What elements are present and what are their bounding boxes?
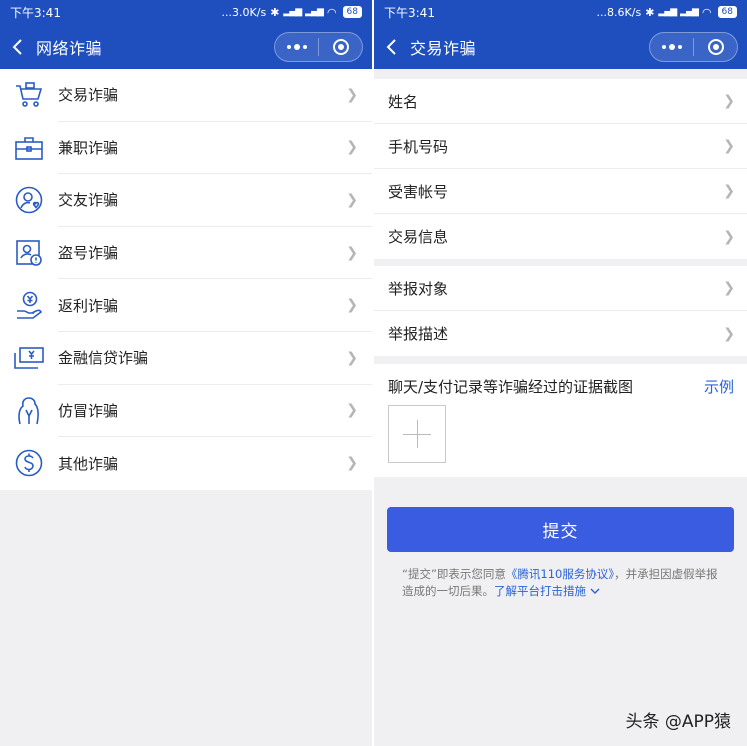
learn-measures-link[interactable]: 了解平台打击措施 bbox=[494, 584, 600, 598]
signal-icon: ▂▄▆ bbox=[680, 7, 699, 17]
target-circle-icon bbox=[707, 39, 724, 55]
chevron-right-icon: ❯ bbox=[346, 139, 358, 156]
category-item[interactable]: 交友诈骗 ❯ bbox=[0, 174, 372, 227]
chevron-left-icon bbox=[12, 38, 22, 55]
wifi-icon: ◠ bbox=[326, 5, 337, 19]
category-label: 盗号诈骗 bbox=[58, 244, 119, 263]
category-label: 返利诈骗 bbox=[58, 296, 119, 315]
category-item[interactable]: 其他诈骗 ❯ bbox=[0, 437, 372, 490]
miniprogram-capsule bbox=[649, 32, 738, 62]
network-speed: ...8.6K/s bbox=[596, 5, 642, 19]
chevron-right-icon: ❯ bbox=[723, 325, 735, 342]
battery-icon: 68 bbox=[342, 6, 362, 18]
back-button[interactable] bbox=[0, 24, 36, 69]
category-item[interactable]: 返利诈骗 ❯ bbox=[0, 279, 372, 332]
chevron-right-icon: ❯ bbox=[346, 349, 358, 366]
form-row-phone[interactable]: 手机号码 ❯ bbox=[374, 124, 747, 169]
report-target-group: 举报对象 ❯ 举报描述 ❯ bbox=[374, 266, 747, 356]
example-link[interactable]: 示例 bbox=[704, 376, 734, 397]
more-dots-icon bbox=[661, 44, 682, 50]
signal-icon: ▂▄▆ bbox=[658, 7, 677, 17]
category-item[interactable]: 兼职诈骗 ❯ bbox=[0, 122, 372, 175]
left-screen: 下午3:41 ...3.0K/s ✱ ▂▄▆ ▂▄▆ ◠ 68 网络诈骗 交易诈… bbox=[0, 0, 372, 746]
form-row-label: 举报对象 bbox=[388, 279, 449, 298]
status-time: 下午3:41 bbox=[384, 5, 435, 20]
category-item[interactable]: 金融信贷诈骗 ❯ bbox=[0, 332, 372, 385]
wifi-icon: ◠ bbox=[701, 5, 712, 19]
dollar-circle-icon bbox=[0, 437, 58, 490]
form-row-name[interactable]: 姓名 ❯ bbox=[374, 79, 747, 124]
form-row-label: 举报描述 bbox=[388, 325, 449, 343]
chevron-right-icon: ❯ bbox=[346, 191, 358, 208]
page-title: 网络诈骗 bbox=[36, 38, 103, 58]
impersonate-icon bbox=[0, 385, 58, 438]
fraud-category-list: 交易诈骗 ❯ 兼职诈骗 ❯ 交友诈骗 ❯ 盗号诈骗 ❯ 返利诈骗 ❯ 金融信贷诈… bbox=[0, 69, 372, 490]
more-button[interactable] bbox=[275, 33, 318, 61]
nav-bar: 网络诈骗 bbox=[0, 24, 372, 69]
submit-button[interactable]: 提交 bbox=[387, 507, 734, 552]
chevron-right-icon: ❯ bbox=[723, 183, 735, 199]
status-bar: 下午3:41 ...3.0K/s ✱ ▂▄▆ ▂▄▆ ◠ 68 bbox=[0, 0, 372, 24]
more-dots-icon bbox=[286, 44, 307, 50]
bluetooth-icon: ✱ bbox=[645, 5, 655, 19]
cart-icon bbox=[0, 69, 58, 122]
bluetooth-icon: ✱ bbox=[270, 5, 280, 19]
account-alert-icon bbox=[0, 227, 58, 280]
friend-heart-icon bbox=[0, 174, 58, 227]
page-title: 交易诈骗 bbox=[410, 38, 477, 58]
chevron-right-icon: ❯ bbox=[346, 244, 358, 261]
form-row-report-description[interactable]: 举报描述 ❯ bbox=[374, 311, 747, 356]
category-label: 交易诈骗 bbox=[58, 86, 119, 105]
service-agreement-link[interactable]: 《腾讯110服务协议》 bbox=[506, 567, 614, 581]
chevron-right-icon: ❯ bbox=[723, 280, 735, 296]
category-label: 金融信贷诈骗 bbox=[58, 349, 149, 368]
category-label: 其他诈骗 bbox=[58, 454, 119, 473]
watermark: 头条 @APP猿 bbox=[625, 712, 731, 732]
category-label: 交友诈骗 bbox=[58, 191, 119, 210]
evidence-section: 聊天/支付记录等诈骗经过的证据截图 示例 bbox=[374, 364, 747, 477]
form-row-account[interactable]: 受害帐号 ❯ bbox=[374, 169, 747, 214]
network-speed: ...3.0K/s bbox=[221, 5, 267, 19]
category-label: 兼职诈骗 bbox=[58, 138, 119, 157]
victim-info-group: 姓名 ❯ 手机号码 ❯ 受害帐号 ❯ 交易信息 ❯ bbox=[374, 79, 747, 259]
form-row-label: 手机号码 bbox=[388, 137, 449, 156]
close-miniprogram-button[interactable] bbox=[694, 33, 737, 61]
chevron-right-icon: ❯ bbox=[723, 138, 735, 154]
chevron-right-icon: ❯ bbox=[723, 93, 735, 109]
category-item[interactable]: 仿冒诈骗 ❯ bbox=[0, 385, 372, 438]
signal-icon: ▂▄▆ bbox=[305, 7, 324, 17]
chevron-left-icon bbox=[386, 38, 396, 55]
form-row-label: 姓名 bbox=[388, 92, 419, 111]
miniprogram-capsule bbox=[274, 32, 363, 62]
category-item[interactable]: 盗号诈骗 ❯ bbox=[0, 227, 372, 280]
category-item[interactable]: 交易诈骗 ❯ bbox=[0, 69, 372, 122]
back-button[interactable] bbox=[374, 24, 410, 69]
signal-icon: ▂▄▆ bbox=[283, 7, 302, 17]
chevron-right-icon: ❯ bbox=[346, 297, 358, 314]
rebate-hand-icon bbox=[0, 279, 58, 332]
category-label: 仿冒诈骗 bbox=[58, 401, 119, 420]
close-miniprogram-button[interactable] bbox=[319, 33, 362, 61]
chevron-down-icon bbox=[590, 588, 600, 594]
chevron-right-icon: ❯ bbox=[723, 228, 735, 245]
status-time: 下午3:41 bbox=[10, 5, 61, 20]
more-button[interactable] bbox=[650, 33, 693, 61]
evidence-label: 聊天/支付记录等诈骗经过的证据截图 bbox=[388, 378, 634, 396]
chevron-right-icon: ❯ bbox=[346, 86, 358, 103]
agreement-text: “提交”即表示您同意《腾讯110服务协议》，并承担因虚假举报造成的一切后果。了解… bbox=[402, 567, 718, 598]
briefcase-icon bbox=[0, 122, 58, 175]
form-row-label: 受害帐号 bbox=[388, 182, 449, 201]
right-screen: 下午3:41 ...8.6K/s ✱ ▂▄▆ ▂▄▆ ◠ 68 交易诈骗 姓名 ❯… bbox=[374, 0, 747, 746]
add-screenshot-button[interactable] bbox=[388, 405, 446, 463]
form-row-report-target[interactable]: 举报对象 ❯ bbox=[374, 266, 747, 311]
money-card-icon bbox=[0, 332, 58, 385]
chevron-right-icon: ❯ bbox=[346, 402, 358, 419]
target-circle-icon bbox=[332, 39, 349, 55]
chevron-right-icon: ❯ bbox=[346, 455, 358, 472]
nav-bar: 交易诈骗 bbox=[374, 24, 747, 69]
form-row-transaction[interactable]: 交易信息 ❯ bbox=[374, 214, 747, 259]
form-row-label: 交易信息 bbox=[388, 228, 449, 246]
battery-icon: 68 bbox=[717, 6, 737, 18]
status-bar: 下午3:41 ...8.6K/s ✱ ▂▄▆ ▂▄▆ ◠ 68 bbox=[374, 0, 747, 24]
